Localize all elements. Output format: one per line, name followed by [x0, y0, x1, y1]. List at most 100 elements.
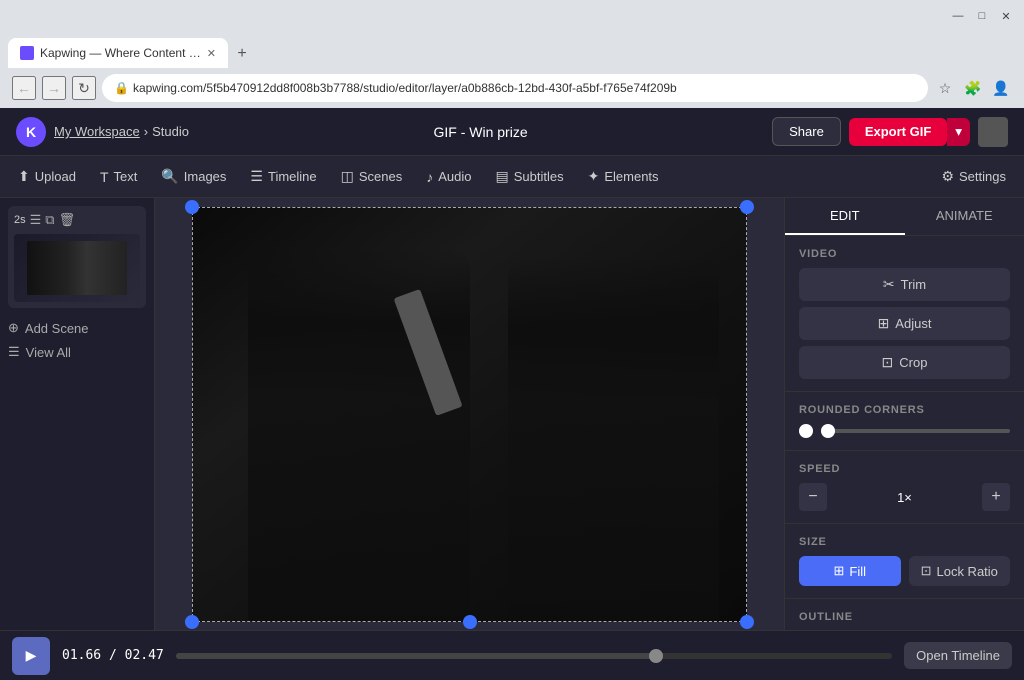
- audio-icon: ♪: [426, 169, 433, 185]
- export-button[interactable]: Export GIF: [849, 118, 947, 146]
- new-tab-button[interactable]: +: [228, 40, 256, 68]
- scenes-button[interactable]: ◫ Scenes: [331, 163, 413, 190]
- adjust-button[interactable]: ⊞ Adjust: [799, 307, 1010, 340]
- current-time: 01.66 / 02.47: [62, 648, 164, 663]
- video-label: VIDEO: [799, 248, 1010, 260]
- browser-tab[interactable]: Kapwing — Where Content Crea ✕: [8, 38, 228, 68]
- export-group: Export GIF ▾: [849, 118, 970, 146]
- subtitles-button[interactable]: ▤ Subtitles: [486, 163, 574, 190]
- progress-bar[interactable]: [176, 653, 892, 659]
- reload-button[interactable]: ↻: [72, 76, 96, 100]
- canvas-area: ↻: [155, 198, 784, 630]
- play-icon: ▶: [26, 647, 37, 664]
- tab-favicon: [20, 46, 34, 60]
- handle-bottom-right[interactable]: [740, 615, 754, 629]
- url-text: kapwing.com/5f5b470912dd8f008b3b7788/stu…: [133, 81, 677, 95]
- scene-thumbnail: [14, 234, 140, 302]
- maximize-button[interactable]: □: [972, 6, 992, 26]
- close-button[interactable]: ✕: [996, 6, 1016, 26]
- address-bar: ← → ↻ 🔒 kapwing.com/5f5b470912dd8f008b3b…: [0, 68, 1024, 108]
- speed-plus-button[interactable]: +: [982, 483, 1010, 511]
- corners-slider[interactable]: [821, 429, 1010, 433]
- scene-copy-icon[interactable]: ⧉: [45, 212, 54, 228]
- bookmark-icon[interactable]: ☆: [934, 77, 956, 99]
- tab-edit[interactable]: EDIT: [785, 198, 905, 235]
- size-section: SIZE ⊞ Fill ⊡ Lock Ratio: [785, 524, 1024, 599]
- lock-ratio-icon: ⊡: [921, 563, 932, 579]
- elements-button[interactable]: ✦ Elements: [578, 163, 669, 190]
- handle-bottom-center[interactable]: [463, 615, 477, 629]
- crop-button[interactable]: ⊡ Crop: [799, 346, 1010, 379]
- audio-button[interactable]: ♪ Audio: [416, 164, 481, 190]
- upload-icon: ⬆: [18, 168, 30, 185]
- upload-button[interactable]: ⬆ Upload: [8, 163, 86, 190]
- lock-ratio-button[interactable]: ⊡ Lock Ratio: [909, 556, 1011, 586]
- timeline-button[interactable]: ☰ Timeline: [240, 163, 326, 190]
- export-dropdown-button[interactable]: ▾: [947, 118, 970, 146]
- canvas-video: [192, 207, 747, 622]
- fill-button[interactable]: ⊞ Fill: [799, 556, 901, 586]
- subtitles-icon: ▤: [496, 168, 509, 185]
- back-button[interactable]: ←: [12, 76, 36, 100]
- text-button[interactable]: T Text: [90, 164, 147, 190]
- timeline-icon: ☰: [250, 168, 263, 185]
- share-button[interactable]: Share: [772, 117, 841, 146]
- lock-icon: 🔒: [114, 81, 129, 95]
- forward-button[interactable]: →: [42, 76, 66, 100]
- settings-button[interactable]: ⚙ Settings: [931, 163, 1016, 190]
- handle-top-left[interactable]: [185, 200, 199, 214]
- scene-thumb-image: [14, 234, 140, 302]
- app: K My Workspace › Studio GIF - Win prize …: [0, 108, 1024, 680]
- view-all-icon: ☰: [8, 344, 20, 360]
- scene-item: 2s ☰ ⧉ 🗑: [8, 206, 146, 308]
- scene-delete-icon[interactable]: 🗑: [59, 212, 76, 228]
- view-all-button[interactable]: ☰ View All: [8, 340, 146, 364]
- settings-icon: ⚙: [941, 168, 954, 185]
- tab-animate[interactable]: ANIMATE: [905, 198, 1024, 235]
- speed-value: 1×: [835, 490, 974, 505]
- slider-indicator: [799, 424, 813, 438]
- toolbar: ⬆ Upload T Text 🔍 Images ☰ Timeline ◫ Sc…: [0, 156, 1024, 198]
- trim-button[interactable]: ✂ Trim: [799, 268, 1010, 301]
- progress-thumb[interactable]: [649, 649, 663, 663]
- handle-bottom-left[interactable]: [185, 615, 199, 629]
- adjust-icon: ⊞: [878, 315, 890, 332]
- add-scene-button[interactable]: ⊕ Add Scene: [8, 316, 146, 340]
- project-title: GIF - Win prize: [189, 124, 772, 140]
- nav-actions: Share Export GIF ▾: [772, 117, 1008, 147]
- minimize-button[interactable]: —: [948, 6, 968, 26]
- profile-icon[interactable]: 👤: [990, 77, 1012, 99]
- corners-slider-row: [799, 424, 1010, 438]
- elements-icon: ✦: [588, 168, 600, 185]
- handle-top-right[interactable]: [740, 200, 754, 214]
- size-buttons: ⊞ Fill ⊡ Lock Ratio: [799, 556, 1010, 586]
- scenes-icon: ◫: [341, 168, 354, 185]
- window-controls: — □ ✕: [948, 6, 1016, 26]
- speed-label: SPEED: [799, 463, 1010, 475]
- workspace-link[interactable]: My Workspace: [54, 124, 140, 139]
- top-nav: K My Workspace › Studio GIF - Win prize …: [0, 108, 1024, 156]
- scene-controls: 2s ☰ ⧉ 🗑: [14, 212, 140, 228]
- extension-icon[interactable]: 🧩: [962, 77, 984, 99]
- fill-icon: ⊞: [833, 563, 844, 579]
- address-input[interactable]: 🔒 kapwing.com/5f5b470912dd8f008b3b7788/s…: [102, 74, 928, 102]
- brand-avatar: K: [16, 117, 46, 147]
- browser-chrome: — □ ✕ Kapwing — Where Content Crea ✕ + ←…: [0, 0, 1024, 108]
- images-button[interactable]: 🔍 Images: [151, 163, 236, 190]
- outline-section: OUTLINE #000000 − +: [785, 599, 1024, 630]
- open-timeline-button[interactable]: Open Timeline: [904, 642, 1012, 669]
- scene-menu-icon[interactable]: ☰: [30, 212, 42, 228]
- timeline-bar: ▶ 01.66 / 02.47 Open Timeline: [0, 630, 1024, 680]
- rounded-corners-section: ROUNDED CORNERS: [785, 392, 1024, 451]
- canvas-wrapper: ↻: [192, 207, 747, 622]
- right-panel: EDIT ANIMATE VIDEO ✂ Trim ⊞ Adjust ⊡ Cro…: [784, 198, 1024, 630]
- tab-title: Kapwing — Where Content Crea: [40, 46, 201, 60]
- outline-label: OUTLINE: [799, 611, 1010, 623]
- text-icon: T: [100, 169, 109, 185]
- progress-fill: [176, 653, 656, 659]
- breadcrumb: My Workspace › Studio: [54, 124, 189, 139]
- speed-minus-button[interactable]: −: [799, 483, 827, 511]
- play-button[interactable]: ▶: [12, 637, 50, 675]
- tab-close-icon[interactable]: ✕: [207, 47, 216, 60]
- trim-icon: ✂: [883, 276, 895, 293]
